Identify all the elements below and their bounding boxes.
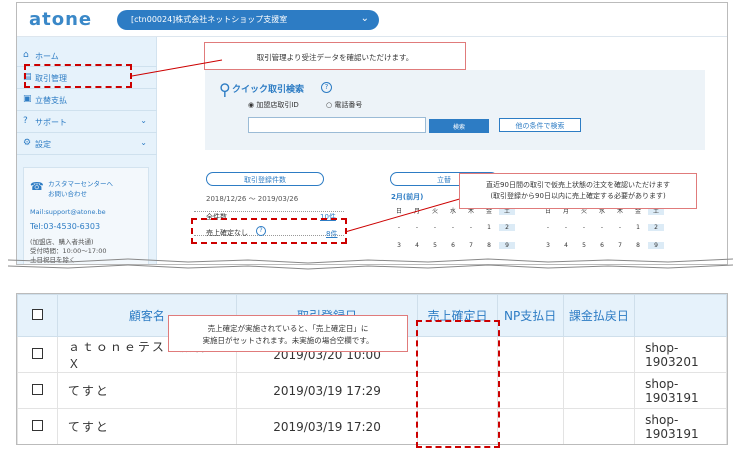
highlight-frame — [416, 320, 500, 448]
callout-line: 直近90日間の取引で仮売上状態の注文を確認いただけます — [486, 181, 670, 189]
np-pay-date-cell — [496, 408, 564, 444]
registered-date-cell: 2019/03/19 17:20 — [235, 408, 419, 444]
shop-id-cell: shop-1903191 — [634, 408, 727, 444]
refund-date-cell — [562, 372, 636, 409]
select-all-cell[interactable] — [17, 294, 58, 337]
customer-name-cell: てすと — [56, 408, 237, 444]
callout-unconfirmed: 直近90日間の取引で仮売上状態の注文を確認いただけます (取引登録から90日以内… — [459, 173, 697, 209]
checkbox[interactable] — [17, 408, 58, 444]
table-row[interactable]: てすと 2019/03/19 17:29 shop-1903191 — [17, 372, 727, 409]
row-checkbox[interactable] — [31, 419, 43, 431]
column-header[interactable]: 課金払戻日 — [562, 294, 636, 337]
registered-date-cell: 2019/03/19 17:29 — [235, 372, 419, 409]
table-row[interactable]: てすと 2019/03/19 17:20 shop-1903191 — [17, 408, 727, 444]
customer-name-cell: てすと — [56, 372, 237, 409]
np-pay-date-cell — [496, 336, 564, 373]
column-header — [634, 294, 727, 337]
checkbox[interactable] — [17, 372, 58, 409]
refund-date-cell — [562, 336, 636, 373]
checkbox[interactable] — [17, 336, 58, 373]
shop-id-cell: shop-1903201 — [634, 336, 727, 373]
row-checkbox[interactable] — [31, 347, 43, 359]
refund-date-cell — [562, 408, 636, 444]
np-pay-date-cell — [496, 372, 564, 409]
callout-line: 売上確定が実施されていると、「売上確定日」に — [207, 324, 369, 333]
row-checkbox[interactable] — [31, 383, 43, 395]
callout-sales-date: 売上確定が実施されていると、「売上確定日」に 実施日がセットされます。未実施の場… — [168, 315, 408, 352]
torn-edge — [8, 258, 733, 270]
select-all-checkbox[interactable] — [31, 308, 43, 320]
callout-line: 実施日がセットされます。未実施の場合空欄です。 — [202, 336, 374, 345]
shop-id-cell: shop-1903191 — [634, 372, 727, 409]
column-header[interactable]: NP支払日 — [496, 294, 564, 337]
callout-line: (取引登録から90日以内に売上確定する必要があります) — [490, 192, 666, 200]
